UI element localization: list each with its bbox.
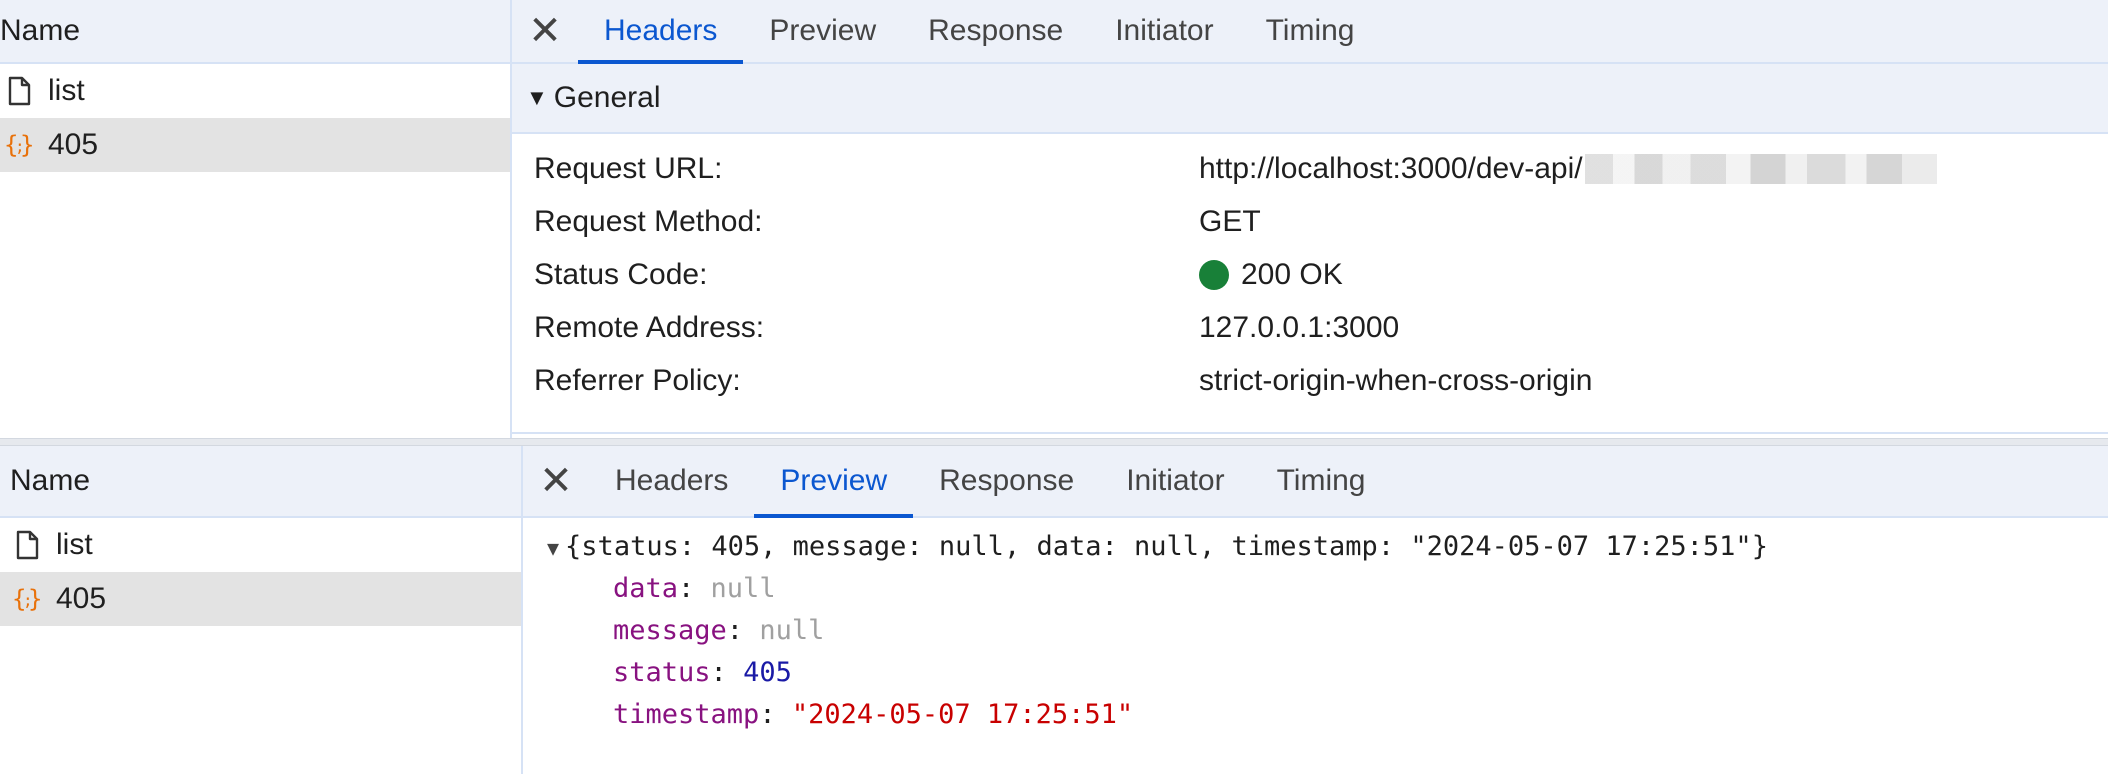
header-value[interactable]: GET (1199, 205, 1261, 239)
tab-initiator[interactable]: Initiator (1100, 446, 1250, 516)
document-icon (8, 76, 31, 106)
request-item-405[interactable]: { ; } 405 (0, 572, 521, 626)
json-summary-text: {status: 405, message: null, data: null,… (565, 531, 1768, 562)
request-label: list (56, 528, 93, 561)
header-key: Request URL: (534, 152, 723, 185)
status-code-text: 200 OK (1241, 258, 1343, 291)
general-section-body: Request URL: http://localhost:3000/dev-a… (512, 134, 2108, 411)
request-label: 405 (48, 128, 99, 161)
svg-text:}: } (20, 131, 34, 159)
request-item-list[interactable]: list (0, 518, 521, 572)
json-value: null (759, 615, 825, 646)
redacted-url-blur (1584, 154, 1937, 184)
json-preview: ▼ {status: 405, message: null, data: null… (523, 518, 2108, 736)
general-section-header[interactable]: ▼ General (512, 64, 2108, 134)
tab-response[interactable]: Response (902, 0, 1089, 62)
tab-timing[interactable]: Timing (1251, 446, 1392, 516)
json-value: 405 (743, 657, 792, 688)
header-value[interactable]: 200 OK (1199, 258, 1343, 292)
json-object-summary[interactable]: ▼ {status: 405, message: null, data: null… (523, 526, 2108, 568)
section-divider (512, 432, 2108, 434)
panel-split-divider[interactable] (0, 438, 2108, 446)
network-panel-bottom: Name list { ; } 405 ✕ Headers Preview Re… (0, 446, 2108, 774)
header-key: Status Code: (534, 258, 708, 291)
svg-text:}: } (28, 585, 42, 613)
json-key: timestamp (613, 699, 760, 730)
json-property-timestamp: timestamp: "2024-05-07 17:25:51" (523, 694, 2108, 736)
json-braces-icon: { ; } (12, 585, 42, 613)
request-label: list (48, 74, 85, 107)
json-property-data: data: null (523, 568, 2108, 610)
json-key: message (613, 615, 727, 646)
json-key: data (613, 573, 679, 604)
tab-headers[interactable]: Headers (578, 0, 744, 64)
detail-tabbar: ✕ Headers Preview Response Initiator Tim… (512, 0, 2108, 64)
json-separator: : (759, 699, 792, 730)
close-icon[interactable]: ✕ (512, 0, 578, 62)
json-property-message: message: null (523, 610, 2108, 652)
triangle-down-icon: ▼ (526, 85, 548, 110)
general-row-status-code: Status Code: 200 OK (512, 252, 2108, 305)
json-separator: : (678, 573, 711, 604)
header-value[interactable]: http://localhost:3000/dev-api/ (1199, 152, 1937, 186)
document-icon (16, 530, 39, 560)
status-ok-dot-icon (1199, 260, 1229, 290)
tab-timing[interactable]: Timing (1240, 0, 1381, 62)
triangle-down-icon: ▼ (547, 536, 560, 560)
header-key: Remote Address: (534, 311, 765, 344)
tab-headers[interactable]: Headers (589, 446, 754, 516)
tab-preview[interactable]: Preview (754, 446, 913, 518)
header-key: Referrer Policy: (534, 364, 741, 397)
general-title: General (553, 81, 661, 114)
json-value: "2024-05-07 17:25:51" (791, 699, 1134, 730)
request-label: 405 (56, 582, 107, 615)
request-list: Name list { ; } 405 (0, 446, 523, 774)
name-column-header[interactable]: Name (0, 446, 521, 518)
request-list: Name list { ; } 405 (0, 0, 512, 438)
general-row-referrer-policy: Referrer Policy: strict-origin-when-cros… (512, 358, 2108, 411)
request-url-text: http://localhost:3000/dev-api/ (1199, 152, 1583, 185)
network-panel-top: Name list { ; } 405 ✕ Headers Preview Re… (0, 0, 2108, 438)
json-key: status (613, 657, 711, 688)
name-column-header[interactable]: Name (0, 0, 510, 64)
json-property-status: status: 405 (523, 652, 2108, 694)
general-row-remote-address: Remote Address: 127.0.0.1:3000 (512, 305, 2108, 358)
close-icon[interactable]: ✕ (523, 446, 589, 516)
general-row-request-method: Request Method: GET (512, 199, 2108, 252)
tab-response[interactable]: Response (913, 446, 1100, 516)
request-detail: ✕ Headers Preview Response Initiator Tim… (523, 446, 2108, 774)
json-braces-icon: { ; } (4, 131, 34, 159)
tab-initiator[interactable]: Initiator (1089, 0, 1239, 62)
header-value[interactable]: strict-origin-when-cross-origin (1199, 364, 1592, 398)
request-detail: ✕ Headers Preview Response Initiator Tim… (512, 0, 2108, 438)
request-item-list[interactable]: list (0, 64, 510, 118)
json-value: null (710, 573, 776, 604)
json-separator: : (710, 657, 744, 688)
detail-tabbar: ✕ Headers Preview Response Initiator Tim… (523, 446, 2108, 518)
general-row-request-url: Request URL: http://localhost:3000/dev-a… (512, 146, 2108, 199)
header-value[interactable]: 127.0.0.1:3000 (1199, 311, 1399, 345)
tab-preview[interactable]: Preview (743, 0, 902, 62)
json-separator: : (726, 615, 760, 646)
header-key: Request Method: (534, 205, 763, 238)
request-item-405[interactable]: { ; } 405 (0, 118, 510, 172)
